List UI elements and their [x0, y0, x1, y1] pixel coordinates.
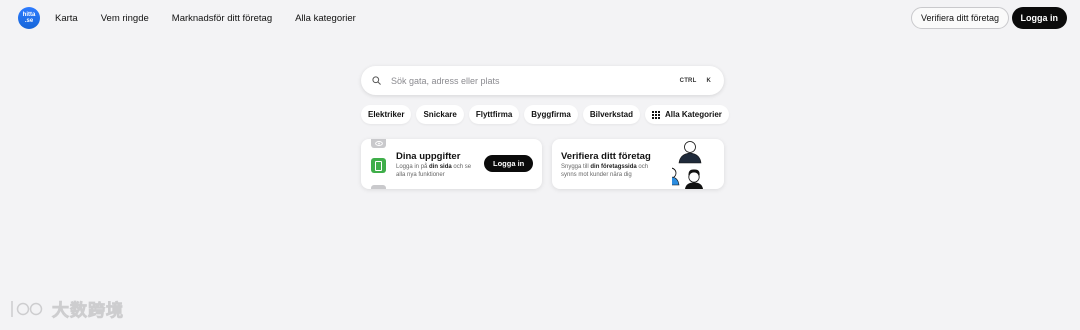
people-illustration — [672, 141, 703, 189]
chip-flyttfirma[interactable]: Flyttfirma — [468, 105, 520, 124]
chip-byggfirma[interactable]: Byggfirma — [524, 105, 578, 124]
card-login-button[interactable]: Logga in — [484, 155, 534, 172]
eye-icon — [371, 139, 386, 148]
document-icon — [371, 158, 386, 173]
verify-company-button[interactable]: Verifiera ditt företag — [910, 7, 1009, 29]
watermark-logo-icon — [11, 300, 43, 317]
search-bar[interactable]: CTRL K — [361, 66, 724, 95]
verify-card-title: Verifiera ditt företag — [561, 151, 651, 162]
category-chips: Elektriker Snickare Flyttfirma Byggfirma… — [361, 105, 729, 124]
my-details-description: Logga in på din sida och se alla nya fun… — [396, 164, 472, 178]
nav-item-karta[interactable]: Karta — [55, 13, 78, 24]
top-bar: hitta .se Karta Vem ringde Marknadsför d… — [0, 0, 1080, 36]
verify-card-description: Snygga till din företagssida och synns m… — [561, 164, 649, 178]
search-input[interactable] — [389, 74, 676, 87]
feature-icon-fragment — [371, 185, 386, 189]
my-details-title: Dina uppgifter — [396, 151, 461, 162]
chip-bilverkstad[interactable]: Bilverkstad — [582, 105, 640, 124]
verify-company-card[interactable]: Verifiera ditt företag Snygga till din f… — [552, 139, 724, 189]
feature-icon-strip — [371, 139, 386, 189]
nav-item-marknadsfor[interactable]: Marknadsför ditt företag — [172, 13, 272, 24]
watermark-text: 大数跨境 — [52, 301, 124, 321]
login-button[interactable]: Logga in — [1011, 7, 1067, 29]
grid-icon — [651, 110, 660, 119]
nav-item-alla-kategorier[interactable]: Alla kategorier — [295, 13, 356, 24]
watermark: 大数跨境 — [8, 296, 124, 321]
search-icon — [371, 76, 381, 86]
chip-snickare[interactable]: Snickare — [416, 105, 464, 124]
chip-alla-kategorier-label: Alla Kategorier — [664, 110, 722, 119]
main-nav: Karta Vem ringde Marknadsför ditt företa… — [55, 0, 379, 36]
hitta-logo[interactable]: hitta .se — [18, 7, 40, 29]
nav-item-vem-ringde[interactable]: Vem ringde — [101, 13, 149, 24]
logo-line-2: .se — [24, 18, 34, 24]
my-details-card: Dina uppgifter Logga in på din sida och … — [361, 139, 542, 189]
chip-elektriker[interactable]: Elektriker — [361, 105, 412, 124]
shortcut-k-hint: K — [706, 77, 711, 84]
shortcut-ctrl-hint: CTRL — [679, 77, 697, 84]
chip-alla-kategorier[interactable]: Alla Kategorier — [644, 105, 729, 124]
